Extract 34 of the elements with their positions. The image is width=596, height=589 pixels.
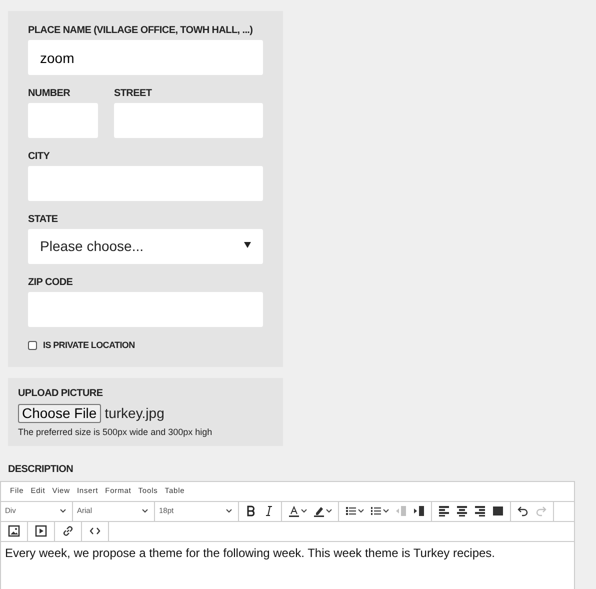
chevron-icon <box>60 509 66 513</box>
field-label: STREET <box>114 88 153 100</box>
checkbox[interactable] <box>28 340 37 350</box>
state-select[interactable]: Please choose... <box>28 229 263 264</box>
text-color-icon <box>288 505 300 517</box>
numbered-list-icon <box>370 505 382 517</box>
field-label: ZIP CODE <box>28 277 74 289</box>
field-label: CITY <box>28 151 51 163</box>
field-label: NUMBER <box>28 88 72 100</box>
chevron-icon <box>226 509 232 513</box>
input-field[interactable] <box>114 103 263 138</box>
checkbox-label: IS PRIVATE LOCATION <box>43 339 135 351</box>
align-left-icon[interactable] <box>436 503 452 519</box>
chevron-icon <box>142 509 148 513</box>
align-right-icon[interactable] <box>472 503 488 519</box>
input-field[interactable]: zoom <box>28 40 263 75</box>
file-name: turkey.jpg <box>104 404 164 423</box>
choose-file-button[interactable]: Choose File <box>18 404 101 423</box>
hint-text: The preferred size is 500px wide and 300px high <box>18 426 214 439</box>
play-icon[interactable] <box>33 523 49 539</box>
editor-text: Every week, we propose a theme for the following week. This week theme is Turkey recipes. <box>4 544 496 562</box>
align-center-icon[interactable] <box>454 503 470 519</box>
input-field[interactable] <box>28 103 98 138</box>
input-field[interactable] <box>28 292 263 327</box>
field-label: STATE <box>28 214 59 226</box>
image-icon[interactable] <box>6 523 22 539</box>
highlighter-icon <box>313 505 325 517</box>
field-label: PLACE NAME (VILLAGE OFFICE, TOWH HALL, ...) <box>28 25 254 37</box>
input-field[interactable] <box>28 166 263 201</box>
indent-icon[interactable] <box>411 503 427 519</box>
section-label: DESCRIPTION <box>8 464 74 476</box>
caret-icon <box>244 242 251 248</box>
bullet-list-icon <box>345 505 357 517</box>
field-label: UPLOAD PICTURE <box>18 388 104 400</box>
